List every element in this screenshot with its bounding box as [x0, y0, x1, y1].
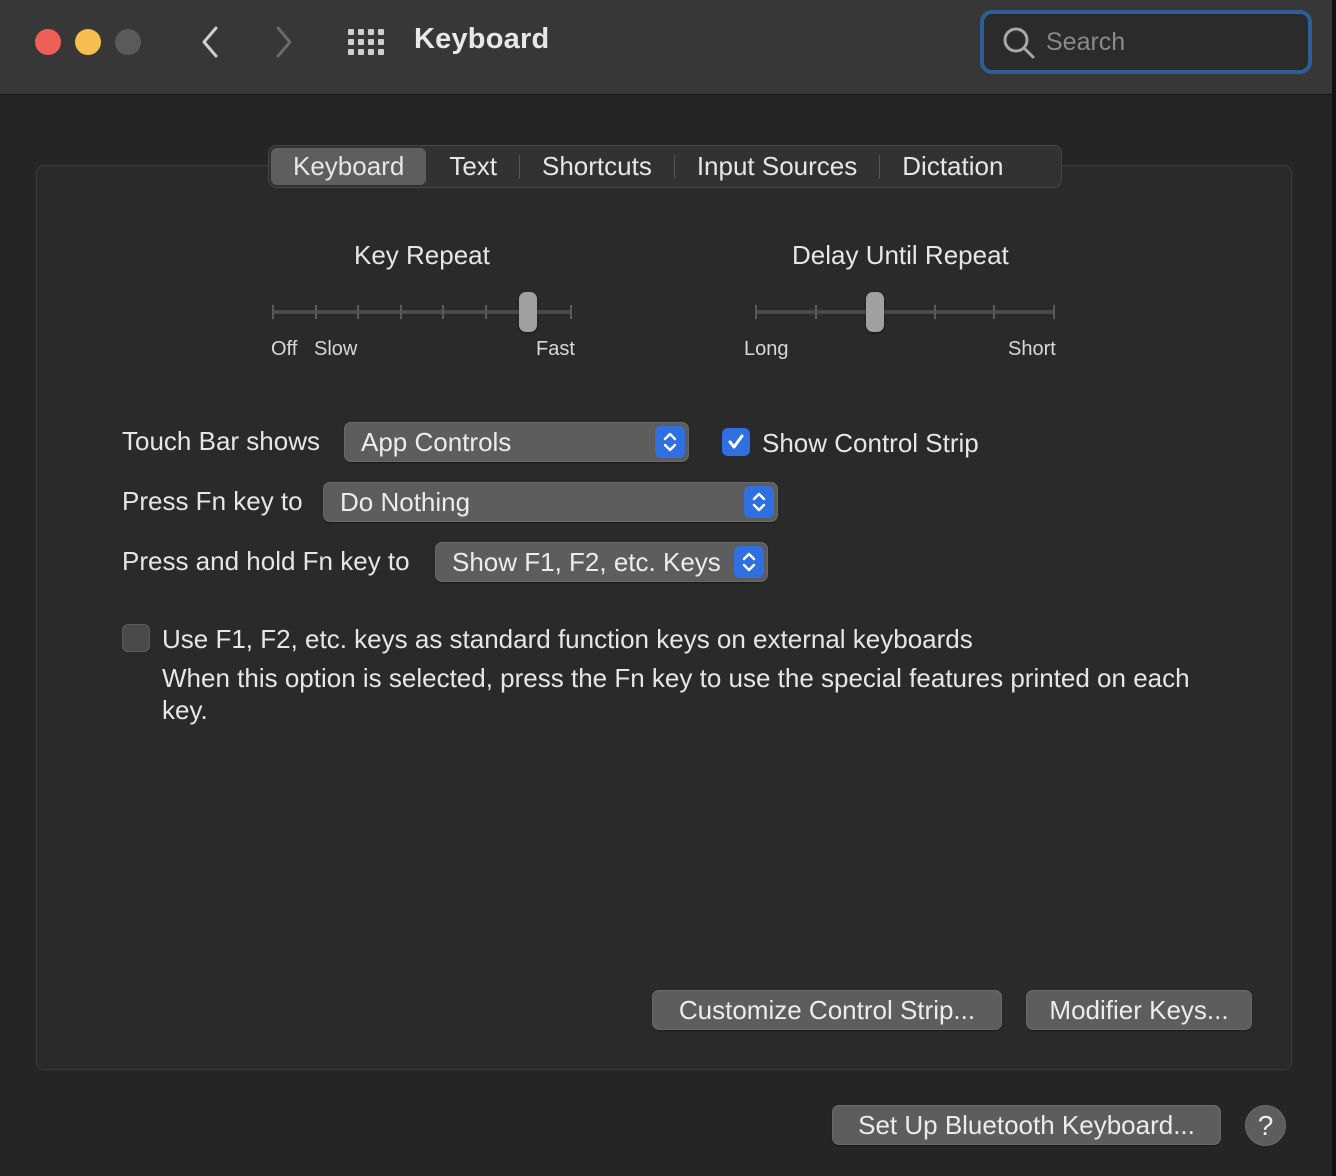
tab-text[interactable]: Text: [427, 148, 519, 185]
function-keys-help-text: When this option is selected, press the …: [162, 663, 1190, 725]
search-icon: [1003, 27, 1035, 59]
slider-tick: [484, 305, 487, 319]
slider-tick: [570, 305, 572, 319]
fn-key-popup[interactable]: Do Nothing: [323, 482, 778, 522]
show-control-strip-checkbox[interactable]: [722, 428, 750, 456]
search-field[interactable]: [980, 10, 1312, 74]
setup-bluetooth-keyboard-button[interactable]: Set Up Bluetooth Keyboard...: [832, 1105, 1221, 1145]
toolbar: Keyboard: [0, 0, 1332, 95]
function-keys-checkbox[interactable]: [122, 624, 150, 652]
key-repeat-title: Key Repeat: [354, 240, 490, 270]
tab-dictation[interactable]: Dictation: [880, 148, 1025, 185]
grid-icon: [348, 29, 384, 55]
tab-shortcuts[interactable]: Shortcuts: [520, 148, 674, 185]
slider-tick: [993, 305, 996, 319]
slider-tick: [755, 305, 757, 319]
search-input[interactable]: [1046, 24, 1286, 60]
slider-tick: [814, 305, 817, 319]
window-edge: [1332, 0, 1336, 1176]
modifier-keys-button[interactable]: Modifier Keys...: [1026, 990, 1252, 1030]
updown-arrows-icon: [655, 426, 685, 458]
chevron-right-icon: [276, 26, 292, 58]
show-all-button[interactable]: [344, 22, 388, 62]
help-button[interactable]: ?: [1245, 1105, 1286, 1146]
fn-key-value: Do Nothing: [340, 487, 471, 517]
touch-bar-popup[interactable]: App Controls: [344, 422, 689, 462]
tab-input-sources[interactable]: Input Sources: [675, 148, 879, 185]
updown-arrows-icon: [744, 486, 774, 518]
slider-tick: [314, 305, 317, 319]
preferences-window: Keyboard Keyboard Text Shortcuts Input S…: [0, 0, 1332, 1176]
key-repeat-off-label: Off: [271, 338, 298, 360]
back-button[interactable]: [190, 22, 230, 62]
updown-arrows-icon: [734, 546, 764, 578]
delay-short-label: Short: [1008, 338, 1056, 360]
key-repeat-slow-label: Slow: [314, 338, 358, 360]
slider-tick: [399, 305, 402, 319]
slider-knob[interactable]: [866, 292, 885, 332]
touch-bar-value: App Controls: [361, 427, 512, 457]
delay-until-repeat-title: Delay Until Repeat: [792, 240, 1009, 270]
tab-bar: Keyboard Text Shortcuts Input Sources Di…: [268, 145, 1062, 188]
slider-tick: [357, 305, 360, 319]
window-title: Keyboard: [414, 23, 550, 55]
chevron-left-icon: [202, 26, 218, 58]
hold-fn-key-popup[interactable]: Show F1, F2, etc. Keys: [435, 542, 768, 582]
slider-tick: [1053, 305, 1055, 319]
checkmark-icon: [728, 434, 744, 449]
zoom-button[interactable]: [115, 29, 141, 55]
customize-control-strip-button[interactable]: Customize Control Strip...: [652, 990, 1002, 1030]
minimize-button[interactable]: [75, 29, 101, 55]
close-button[interactable]: [35, 29, 61, 55]
delay-until-repeat-slider[interactable]: [755, 290, 1055, 334]
forward-button[interactable]: [264, 22, 304, 62]
hold-fn-key-value: Show F1, F2, etc. Keys: [452, 547, 721, 577]
settings-panel: [36, 165, 1292, 1070]
touch-bar-label: Touch Bar shows: [122, 426, 320, 456]
slider-tick: [272, 305, 274, 319]
slider-knob[interactable]: [519, 292, 538, 332]
key-repeat-fast-label: Fast: [536, 338, 575, 360]
delay-long-label: Long: [744, 338, 789, 360]
show-control-strip-label: Show Control Strip: [762, 428, 979, 458]
slider-tick: [442, 305, 445, 319]
function-keys-label: Use F1, F2, etc. keys as standard functi…: [162, 624, 973, 654]
slider-track: [755, 310, 1055, 314]
fn-key-label: Press Fn key to: [122, 486, 303, 516]
hold-fn-key-label: Press and hold Fn key to: [122, 546, 410, 576]
slider-tick: [933, 305, 936, 319]
key-repeat-slider[interactable]: [272, 290, 572, 334]
tab-keyboard[interactable]: Keyboard: [271, 148, 427, 185]
